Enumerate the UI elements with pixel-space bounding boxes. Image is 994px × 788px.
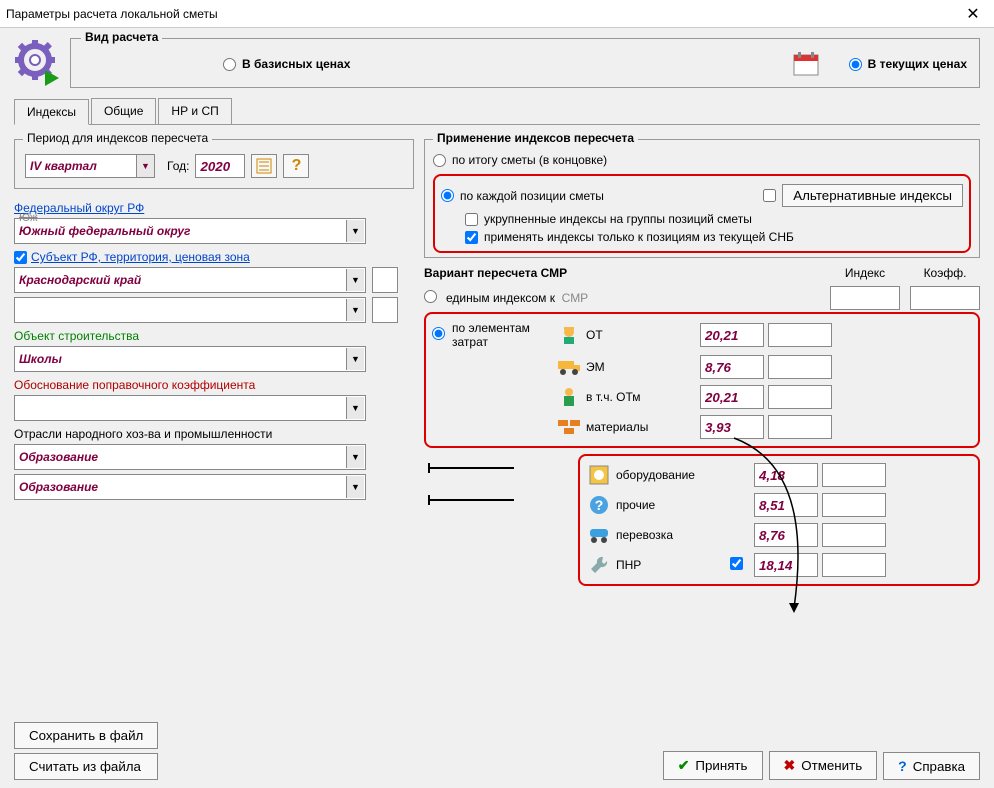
wrench-icon xyxy=(586,555,612,575)
close-button[interactable]: ✕ xyxy=(958,2,988,26)
chevron-down-icon[interactable]: ▼ xyxy=(346,269,364,291)
meter-icon xyxy=(586,465,612,485)
quarter-select[interactable]: IV квартал ▼ xyxy=(25,154,155,178)
subject-extra-box-2[interactable] xyxy=(372,297,398,323)
chevron-down-icon[interactable]: ▼ xyxy=(346,446,364,468)
help-button[interactable]: ?Справка xyxy=(883,752,980,780)
radio-current-prices[interactable]: В текущих ценах xyxy=(849,57,967,71)
variant-single-row: единым индексом к СМР xyxy=(424,284,980,312)
radio-base-prices[interactable]: В базисных ценах xyxy=(223,57,350,71)
titlebar: Параметры расчета локальной сметы ✕ xyxy=(0,0,994,28)
equip-index-input[interactable] xyxy=(754,463,818,487)
window-body: Вид расчета В базисных ценах В текущих ц… xyxy=(0,28,994,788)
extra-elements-block: оборудование ? прочие перевоз xyxy=(578,454,980,586)
em-index-input[interactable] xyxy=(700,355,764,379)
footer: Сохранить в файл Считать из файла ✔Приня… xyxy=(14,722,980,780)
arrow-icon xyxy=(424,460,514,476)
aggregated-indexes-checkbox[interactable]: укрупненные индексы на группы позиций см… xyxy=(465,210,963,228)
tabs: Индексы Общие НР и СП xyxy=(14,98,980,125)
col-index: Индекс xyxy=(820,266,910,280)
alt-indexes-button[interactable]: Альтернативные индексы xyxy=(782,184,963,207)
subject-select-2[interactable]: ▼ xyxy=(14,297,366,323)
coef-select[interactable]: ▼ xyxy=(14,395,366,421)
calendar-icon xyxy=(793,51,819,77)
worker-icon xyxy=(556,325,582,345)
radio-total-estimate[interactable]: по итогу сметы (в концовке) xyxy=(433,150,971,170)
otm-coef-input[interactable] xyxy=(768,385,832,409)
trans-index-input[interactable] xyxy=(754,523,818,547)
radio-by-elements[interactable] xyxy=(432,327,445,340)
industry-select-2[interactable]: Образование ▼ xyxy=(14,474,366,500)
current-snb-checkbox[interactable]: применять индексы только к позициям из т… xyxy=(465,228,963,246)
subject-extra-box[interactable] xyxy=(372,267,398,293)
apply-legend: Применение индексов пересчета xyxy=(433,131,638,145)
person-icon xyxy=(556,387,582,407)
radio-each-position[interactable]: по каждой позиции сметы Альтернативные и… xyxy=(441,181,963,210)
pnr-index-input[interactable] xyxy=(754,553,818,577)
ot-coef-input[interactable] xyxy=(768,323,832,347)
object-select[interactable]: Школы ▼ xyxy=(14,346,366,372)
chevron-down-icon[interactable]: ▼ xyxy=(346,299,364,321)
single-coef-input[interactable] xyxy=(910,286,980,310)
arrow-icon xyxy=(424,492,514,508)
variant-title: Вариант пересчета СМР xyxy=(424,266,820,280)
year-input[interactable] xyxy=(195,154,245,178)
fed-district-select[interactable]: Южный федеральный округ Юж ▼ xyxy=(14,218,366,244)
cancel-button[interactable]: ✖Отменить xyxy=(769,751,878,780)
chevron-down-icon[interactable]: ▼ xyxy=(346,348,364,370)
object-label: Объект строительства xyxy=(14,329,414,343)
period-legend: Период для индексов пересчета xyxy=(23,131,212,145)
apply-indexes-group: Применение индексов пересчета по итогу с… xyxy=(424,139,980,258)
col-coef: Коэфф. xyxy=(910,266,980,280)
gear-icon xyxy=(14,39,62,87)
tab-indexes[interactable]: Индексы xyxy=(14,99,89,125)
list-icon-button[interactable] xyxy=(251,154,277,178)
save-file-button[interactable]: Сохранить в файл xyxy=(14,722,158,749)
accept-button[interactable]: ✔Принять xyxy=(663,751,763,780)
chevron-down-icon[interactable]: ▼ xyxy=(346,220,364,242)
radio-single-index[interactable] xyxy=(424,290,437,303)
pnr-coef-input[interactable] xyxy=(822,553,886,577)
question-icon: ? xyxy=(586,495,612,515)
car-icon xyxy=(586,527,612,543)
mat-coef-input[interactable] xyxy=(768,415,832,439)
industry-select-1[interactable]: Образование ▼ xyxy=(14,444,366,470)
trans-coef-input[interactable] xyxy=(822,523,886,547)
truck-icon xyxy=(556,359,582,375)
subject-checkbox[interactable]: Субъект РФ, территория, ценовая зона xyxy=(14,250,414,264)
equip-coef-input[interactable] xyxy=(822,463,886,487)
period-group: Период для индексов пересчета IV квартал… xyxy=(14,139,414,189)
year-label: Год: xyxy=(167,159,189,173)
chevron-down-icon[interactable]: ▼ xyxy=(346,397,364,419)
load-file-button[interactable]: Считать из файла xyxy=(14,753,158,780)
alt-indexes-checkbox[interactable] xyxy=(763,189,776,202)
elements-block: по элементам затрат ОТ ЭМ в т.ч. ОТ xyxy=(424,312,980,448)
other-index-input[interactable] xyxy=(754,493,818,517)
calc-type-group: Вид расчета В базисных ценах В текущих ц… xyxy=(70,38,980,88)
window-title: Параметры расчета локальной сметы xyxy=(6,7,958,21)
single-index-input[interactable] xyxy=(830,286,900,310)
coef-label: Обоснование поправочного коэффициента xyxy=(14,378,414,392)
chevron-down-icon[interactable]: ▼ xyxy=(136,155,154,177)
other-coef-input[interactable] xyxy=(822,493,886,517)
ot-index-input[interactable] xyxy=(700,323,764,347)
tab-nr-sp[interactable]: НР и СП xyxy=(158,98,231,124)
help-icon-button[interactable]: ? xyxy=(283,154,309,178)
chevron-down-icon[interactable]: ▼ xyxy=(346,476,364,498)
industry-label: Отрасли народного хоз-ва и промышленност… xyxy=(14,427,414,441)
subject-select[interactable]: Краснодарский край ▼ xyxy=(14,267,366,293)
mat-index-input[interactable] xyxy=(700,415,764,439)
bricks-icon xyxy=(556,420,582,434)
calc-type-legend: Вид расчета xyxy=(81,30,162,44)
otm-index-input[interactable] xyxy=(700,385,764,409)
pnr-checkbox[interactable] xyxy=(730,557,743,570)
svg-text:?: ? xyxy=(595,497,604,513)
tab-general[interactable]: Общие xyxy=(91,98,156,124)
em-coef-input[interactable] xyxy=(768,355,832,379)
